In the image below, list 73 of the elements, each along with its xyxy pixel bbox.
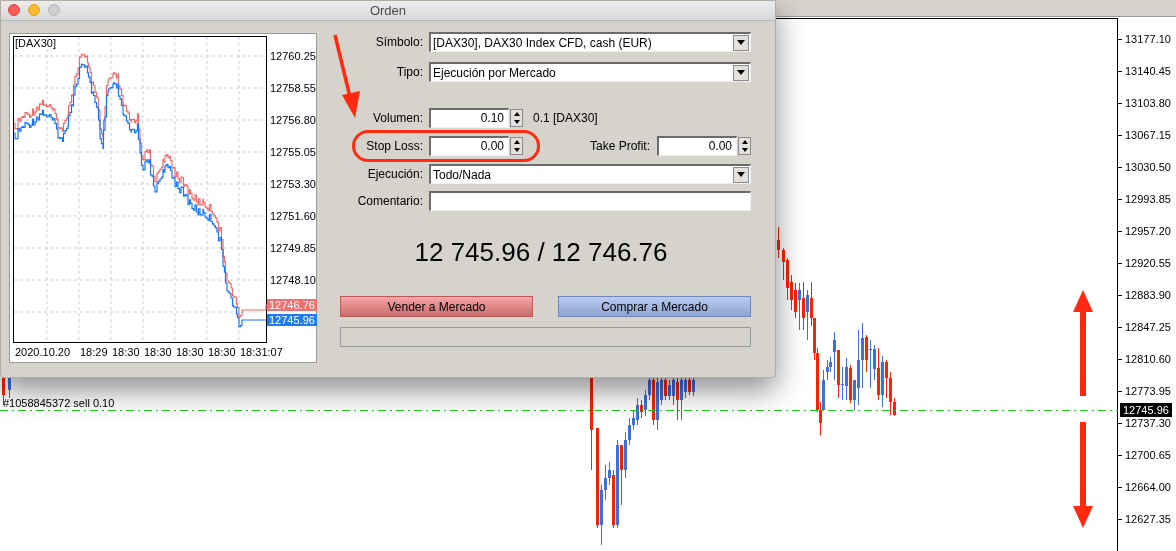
time-label: 2020.10.20 [15,346,71,359]
axis-label: 12756.80 [270,114,316,127]
axis-label: 12883.90 [1125,288,1171,302]
axis-label: 13140.45 [1125,64,1171,78]
axis-label: 12700.65 [1125,448,1171,462]
axis-label: 12749.85 [270,242,316,255]
axis-label: 12847.25 [1125,320,1171,334]
down-caret-icon [513,120,520,124]
time-label: 18:30 [144,346,172,359]
field-label: Volumen: [371,110,423,127]
candle [8,375,11,399]
window-title: Orden [369,1,407,20]
order-line-label: #1058845372 sell 0.10 [3,397,115,409]
time-label: 18:30 [208,346,236,359]
axis-label: 12760.25 [270,50,316,63]
axis-label: 12957.20 [1125,224,1171,238]
axis-label: 12751.60 [270,210,316,223]
time-label: 18:31:07 [240,346,283,359]
current-price-tag: 12745.96 [1120,403,1172,417]
dropdown-field[interactable]: Todo/Nada [429,164,751,184]
axis-label: 12773.95 [1125,384,1171,398]
spinner-buttons[interactable] [738,137,751,155]
axis-label: 13067.15 [1125,128,1171,142]
field-label: Stop Loss: [365,138,423,155]
axis-label: 12748.10 [270,274,316,287]
symbol-label: [DAX30] [15,37,56,50]
time-label: 18:30 [176,346,204,359]
axis-label: 12753.30 [270,178,316,191]
field-label: Comentario: [356,193,423,210]
close-button[interactable] [8,4,20,16]
sell-button[interactable]: Vender a Mercado [340,296,533,317]
dropdown-button[interactable] [733,166,749,183]
field-label: Tipo: [395,64,423,81]
spinner-buttons[interactable] [510,109,523,127]
dropdown-button[interactable] [733,34,749,51]
axis-label: 12920.55 [1125,256,1171,270]
ask-price-tag: 12746.76 [267,299,317,311]
axis-label: 12627.35 [1125,512,1171,526]
time-label: 18:29 [80,346,108,359]
axis-label: 13030.50 [1125,160,1171,174]
field-label: Símbolo: [374,34,423,51]
buy-button[interactable]: Comprar a Mercado [558,296,751,317]
number-field[interactable]: 0.00 [429,136,509,156]
axis-label: 12664.00 [1125,480,1171,494]
down-caret-icon [741,148,748,152]
up-caret-icon [513,140,520,144]
number-field[interactable]: 0.10 [429,108,509,128]
number-field[interactable]: 0.00 [657,136,737,156]
dropdown-field[interactable]: [DAX30], DAX30 Index CFD, cash (EUR) [429,32,751,52]
up-caret-icon [513,112,520,116]
bid-ask-quote: 12 745.96 / 12 746.76 [413,237,669,267]
spinner-buttons[interactable] [510,137,523,155]
axis-label: 12755.05 [270,146,316,159]
candle [777,226,780,259]
down-caret-icon [513,148,520,152]
axis-label: 13177.10 [1125,32,1171,46]
bid-price-tag: 12745.96 [267,314,317,326]
field-label: Take Profit: [588,138,651,155]
axis-label: 13103.80 [1125,96,1171,110]
caret-icon [737,70,745,75]
comment-field[interactable] [429,191,751,211]
caret-icon [737,40,745,45]
axis-label: 12993.85 [1125,192,1171,206]
time-label: 18:30 [112,346,140,359]
up-caret-icon [741,140,748,144]
dropdown-field[interactable]: Ejecución por Mercado [429,62,751,82]
axis-label: 12810.60 [1125,352,1171,366]
axis-label: 12758.55 [270,82,316,95]
dropdown-button[interactable] [733,64,749,81]
caret-icon [737,172,745,177]
field-label: Ejecución: [366,166,423,183]
axis-label: 12737.30 [1125,416,1171,430]
volume-note: 0.1 [DAX30] [533,110,598,127]
